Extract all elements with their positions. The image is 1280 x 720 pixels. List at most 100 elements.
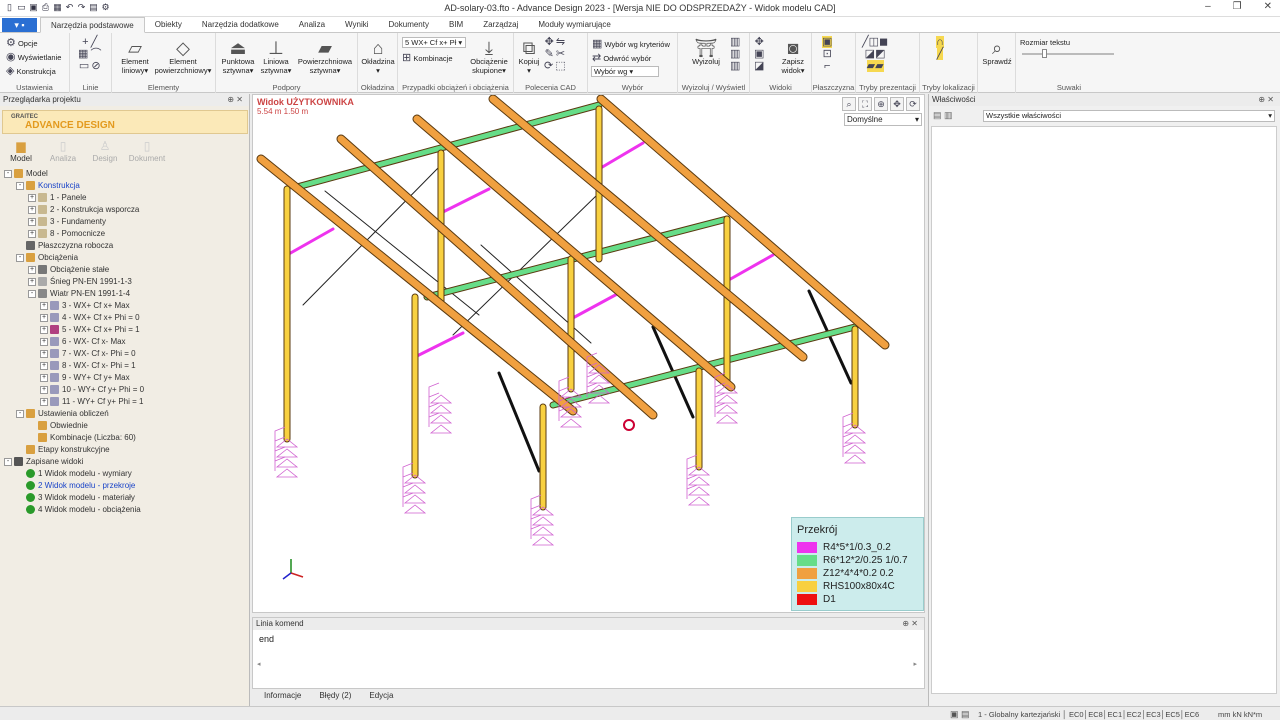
expand-icon[interactable]: + bbox=[40, 301, 48, 310]
collapse-icon[interactable]: - bbox=[4, 169, 12, 178]
mode-design[interactable]: ♙ Design bbox=[84, 138, 126, 168]
tree-item[interactable]: Kombinacje (Liczba: 60) bbox=[28, 432, 136, 444]
konstrukcja-button[interactable]: ◈ Konstrukcja bbox=[6, 65, 56, 77]
tree-item[interactable]: +9 - WY+ Cf y+ Max bbox=[40, 372, 130, 384]
tab-informacje[interactable]: Informacje bbox=[264, 691, 301, 703]
expand-icon[interactable]: + bbox=[28, 205, 36, 214]
expand-icon[interactable]: + bbox=[40, 313, 48, 322]
pin-icon[interactable]: ⊕ ✕ bbox=[902, 618, 918, 630]
tree-item[interactable]: - Model bbox=[4, 168, 48, 180]
view-tools[interactable]: ✥ ▣ ◪ bbox=[754, 36, 764, 72]
mode-analiza[interactable]: ▯ Analiza bbox=[42, 138, 84, 168]
collapse-icon[interactable]: - bbox=[16, 409, 24, 418]
bracing[interactable] bbox=[285, 227, 335, 257]
tab-6[interactable]: BIM bbox=[439, 17, 473, 33]
collapse-icon[interactable]: - bbox=[16, 181, 24, 190]
localization-tools[interactable]: ∩ ╱ bbox=[936, 36, 944, 60]
obciazenie-skupione-button[interactable]: ⤓ Obciążenie skupione▾ bbox=[466, 39, 512, 75]
kopiuj-button[interactable]: ⧉ Kopiuj ▾ bbox=[516, 39, 542, 75]
tree-item[interactable]: +3 - WX+ Cf x+ Max bbox=[40, 300, 130, 312]
tab-3[interactable]: Analiza bbox=[289, 17, 335, 33]
support-icon[interactable] bbox=[428, 382, 453, 434]
filter-icon[interactable]: ▥ bbox=[944, 110, 953, 120]
opcje-button[interactable]: ⚙ Opcje bbox=[6, 37, 38, 49]
tree-item[interactable]: +5 - WX+ Cf x+ Phi = 1 bbox=[40, 324, 140, 336]
cad-tools[interactable]: ✥ ⇋ ✎ ✂ ⟳ ⬚ bbox=[544, 36, 566, 72]
wybor-wg-combo[interactable]: Wybór wg ▾ bbox=[591, 66, 659, 77]
tab-edycja[interactable]: Edycja bbox=[369, 691, 393, 703]
close-icon[interactable]: ✕ bbox=[1264, 1, 1272, 12]
tab-7[interactable]: Zarządzaj bbox=[473, 17, 528, 33]
maximize-icon[interactable]: ❐ bbox=[1233, 1, 1242, 12]
tree-item[interactable]: +8 - Pomocnicze bbox=[28, 228, 105, 240]
zoom-extents-icon[interactable]: ⛶ bbox=[858, 97, 872, 111]
tree-item[interactable]: - Zapisane widoki bbox=[4, 456, 83, 468]
odwroc-wybor-button[interactable]: ⇄ Odwróć wybór bbox=[592, 52, 651, 64]
slider-thumb[interactable] bbox=[1042, 49, 1047, 58]
tree-item[interactable]: Płaszczyzna robocza bbox=[16, 240, 113, 252]
collapse-icon[interactable]: - bbox=[4, 457, 12, 466]
tree-item[interactable]: - Obciążenia bbox=[16, 252, 78, 264]
tree-item[interactable]: - Ustawienia obliczeń bbox=[16, 408, 109, 420]
pin-icon[interactable]: ⊕ ✕ bbox=[1258, 94, 1274, 106]
tree-item[interactable]: +10 - WY+ Cf y+ Phi = 0 bbox=[40, 384, 144, 396]
collapse-icon[interactable]: - bbox=[28, 289, 36, 298]
load-case-combo[interactable]: 5 WX+ Cf x+ Pł ▾ bbox=[402, 37, 466, 48]
tab-8[interactable]: Moduły wymiarujące bbox=[528, 17, 620, 33]
model-viewport[interactable]: Widok UŻYTKOWNIKA 5.54 m 1.50 m ⌕ ⛶ ⊕ ✥ … bbox=[252, 94, 925, 613]
element-powierzchniowy-button[interactable]: ◇ Element powierzchniowy▾ bbox=[152, 39, 214, 75]
status-units[interactable]: mm kN kN*m bbox=[1218, 710, 1262, 719]
properties-tools[interactable]: ▤ ▥ bbox=[933, 110, 953, 121]
tab-5[interactable]: Dokumenty bbox=[379, 17, 439, 33]
text-size-slider[interactable] bbox=[1022, 53, 1114, 55]
podpora-punktowa-button[interactable]: ⏏ Punktowa sztywna▾ bbox=[218, 39, 258, 75]
command-output[interactable]: end bbox=[259, 634, 274, 644]
expand-icon[interactable]: + bbox=[40, 397, 48, 406]
expand-icon[interactable]: + bbox=[28, 193, 36, 202]
expand-icon[interactable]: + bbox=[40, 325, 48, 334]
expand-icon[interactable]: + bbox=[40, 337, 48, 346]
expand-icon[interactable]: + bbox=[40, 385, 48, 394]
command-scrollbar[interactable]: ◂ ▸ bbox=[257, 660, 917, 668]
zoom-window-icon[interactable]: ⌕ bbox=[842, 97, 856, 111]
tree-item[interactable]: +8 - WX- Cf x- Phi = 1 bbox=[40, 360, 136, 372]
expand-icon[interactable]: + bbox=[40, 361, 48, 370]
tree-item[interactable]: - Konstrukcja bbox=[16, 180, 80, 192]
properties-grid[interactable] bbox=[931, 126, 1277, 694]
tree-item[interactable]: 3 Widok modelu - materiały bbox=[16, 492, 135, 504]
pin-icon[interactable]: ⊕ ✕ bbox=[227, 94, 243, 106]
bracing[interactable] bbox=[597, 141, 645, 171]
expand-icon[interactable]: + bbox=[28, 217, 36, 226]
element-liniowy-button[interactable]: ▱ Element liniowy▾ bbox=[116, 39, 154, 75]
presentation-tools[interactable]: ╱◫◼ ◪◩ ▰▰ bbox=[862, 36, 888, 72]
okladzina-button[interactable]: ⌂ Okładzina ▾ bbox=[360, 39, 396, 75]
tab-bledy[interactable]: Błędy (2) bbox=[319, 691, 351, 703]
zapisz-widok-button[interactable]: ◙ Zapisz widok▾ bbox=[776, 39, 810, 75]
mode-dokument[interactable]: ▯ Dokument bbox=[126, 138, 168, 168]
tree-item[interactable]: +11 - WY+ Cf y+ Phi = 1 bbox=[40, 396, 143, 408]
wybor-kryteria-button[interactable]: ▦ Wybór wg kryteriów bbox=[592, 38, 670, 50]
tree-item[interactable]: +1 - Panele bbox=[28, 192, 86, 204]
wyswietlanie-button[interactable]: ◉ Wyświetlanie bbox=[6, 51, 61, 63]
tree-item[interactable]: +7 - WX- Cf x- Phi = 0 bbox=[40, 348, 136, 360]
orbit-icon[interactable]: ⟳ bbox=[906, 97, 920, 111]
bracing[interactable] bbox=[413, 331, 465, 359]
tree-item[interactable]: +3 - Fundamenty bbox=[28, 216, 106, 228]
wyswietl-tools[interactable]: ▥ ▥ ▥ bbox=[730, 36, 740, 72]
tree-item[interactable]: + Śnieg PN-EN 1991-1-3 bbox=[28, 276, 132, 288]
app-menu-button[interactable]: ▾ ▪ bbox=[2, 18, 37, 32]
podpora-liniowa-button[interactable]: ⊥ Liniowa sztywna▾ bbox=[258, 39, 294, 75]
zoom-in-icon[interactable]: ⊕ bbox=[874, 97, 888, 111]
bracing[interactable] bbox=[569, 291, 621, 321]
sprawdz-button[interactable]: ⌕ Sprawdź bbox=[980, 39, 1014, 66]
tab-2[interactable]: Narzędzia dodatkowe bbox=[192, 17, 289, 33]
kombinacje-button[interactable]: ⊞ Kombinacje bbox=[402, 52, 453, 64]
minimize-icon[interactable]: – bbox=[1205, 1, 1211, 12]
tab-0[interactable]: Narzędzia podstawowe bbox=[40, 17, 145, 33]
strut[interactable] bbox=[497, 371, 541, 473]
status-icons[interactable]: ▣ ▤ bbox=[950, 709, 970, 720]
podpora-powierzchniowa-button[interactable]: ▰ Powierzchniowa sztywna▾ bbox=[294, 39, 356, 75]
view-style-combo[interactable]: Domyślne ▾ bbox=[844, 113, 922, 126]
expand-icon[interactable]: + bbox=[40, 349, 48, 358]
tree-item[interactable]: +2 - Konstrukcja wsporcza bbox=[28, 204, 139, 216]
